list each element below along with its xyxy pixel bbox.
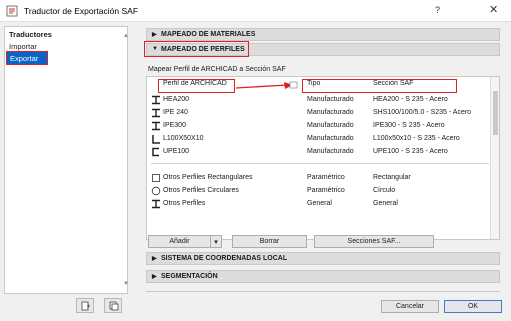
add-button[interactable]: Añadir — [148, 235, 211, 248]
scrollbar-thumb[interactable] — [493, 91, 498, 135]
row-separator — [151, 163, 489, 164]
app-icon — [6, 5, 18, 17]
section-local-coordinate-system[interactable]: ▶ SISTEMA DE COORDENADAS LOCAL — [146, 252, 500, 265]
cancel-button[interactable]: Cancelar — [381, 300, 439, 313]
i-beam-icon — [152, 108, 160, 118]
i-beam-icon — [152, 95, 160, 105]
section-segmentation[interactable]: ▶ SEGMENTACIÓN — [146, 270, 500, 283]
table-row[interactable]: UPE100 Manufacturado UPE100 - S 235 - Ac… — [147, 146, 499, 158]
mapping-caption: Mapear Perfil de ARCHICAD a Sección SAF — [148, 66, 286, 73]
footer-divider — [146, 291, 500, 292]
sidebar-item-import[interactable]: Importar — [9, 42, 37, 51]
scroll-up-icon[interactable]: ▲ — [123, 33, 129, 39]
table-row[interactable]: L100X50X10 Manufacturado L100x50x10 - S … — [147, 133, 499, 145]
close-button[interactable]: ✕ — [489, 3, 498, 16]
new-translator-button[interactable] — [76, 298, 94, 313]
i-beam-icon — [152, 121, 160, 131]
sidebar-item-export[interactable]: Exportar — [6, 51, 48, 65]
i-beam-icon — [152, 199, 160, 209]
help-button[interactable]: ? — [435, 5, 440, 15]
saf-sections-button[interactable]: Secciones SAF... — [314, 235, 434, 248]
highlight-profile-column — [158, 79, 235, 93]
table-row[interactable]: HEA200 Manufacturado HEA200 - S 235 - Ac… — [147, 94, 499, 106]
new-document-icon — [81, 301, 90, 311]
profile-mapping-table: Perfil de ARCHICAD Tipo Sección SAF HEA2… — [146, 76, 500, 240]
table-row[interactable]: Otros Perfiles Rectangulares Paramétrico… — [147, 172, 499, 184]
channel-profile-icon — [152, 147, 159, 157]
translators-header: Traductores — [9, 30, 52, 39]
title-bar: Traductor de Exportación SAF ? ✕ — [0, 0, 511, 22]
duplicate-translator-button[interactable] — [104, 298, 122, 313]
angle-profile-icon — [152, 135, 160, 144]
duplicate-icon — [109, 301, 119, 311]
translators-list: Traductores Importar Exportar ▲ ▼ — [4, 26, 129, 294]
table-scrollbar[interactable] — [490, 77, 499, 239]
table-row[interactable]: Otros Perfiles General General — [147, 198, 499, 210]
expand-arrow-icon: ▶ — [152, 256, 157, 262]
add-dropdown-chevron-icon[interactable]: ▾ — [210, 235, 222, 248]
window-title: Traductor de Exportación SAF — [24, 6, 139, 16]
table-row[interactable]: IPE 240 Manufacturado SHS100/100/5.0 - S… — [147, 107, 499, 119]
annotation-arrow-icon — [235, 81, 298, 89]
expand-arrow-icon: ▶ — [152, 32, 157, 38]
table-row[interactable]: Otros Perfiles Circulares Paramétrico Cí… — [147, 185, 499, 197]
rectangle-profile-icon — [152, 174, 160, 182]
scroll-down-icon[interactable]: ▼ — [123, 281, 129, 287]
highlight-type-section-columns — [302, 79, 457, 93]
delete-button[interactable]: Borrar — [232, 235, 307, 248]
circle-profile-icon — [151, 186, 161, 196]
section-material-mapping[interactable]: ▶ MAPEADO DE MATERIALES — [146, 28, 500, 41]
highlight-profile-mapping — [144, 41, 249, 57]
expand-arrow-icon: ▶ — [152, 274, 157, 280]
ok-button[interactable]: OK — [444, 300, 502, 313]
table-row[interactable]: IPE300 Manufacturado IPE300 - S 235 - Ac… — [147, 120, 499, 132]
